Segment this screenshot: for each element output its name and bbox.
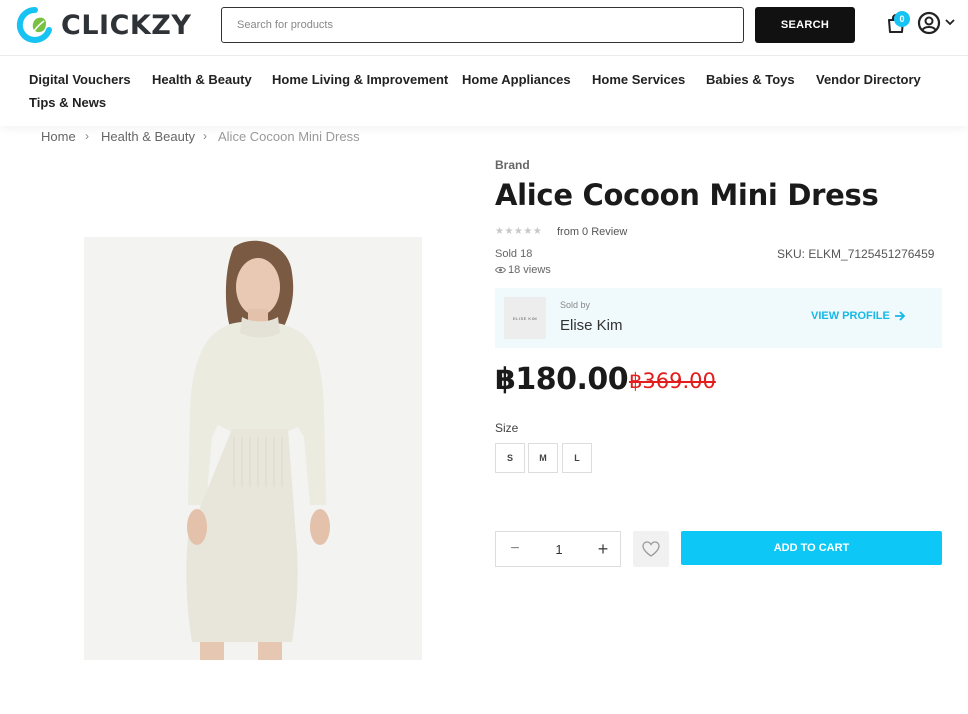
original-price: ฿369.00: [629, 369, 716, 393]
rating-stars-icon: ★★★★★: [495, 226, 543, 237]
chevron-right-icon: ›: [203, 129, 207, 143]
product-title: Alice Cocoon Mini Dress: [495, 178, 879, 212]
review-count[interactable]: from 0 Review: [557, 226, 627, 238]
search-button[interactable]: SEARCH: [755, 7, 855, 43]
nav-item-digital-vouchers[interactable]: Digital Vouchers: [29, 72, 131, 87]
seller-card: ELISE KIM Sold by Elise Kim VIEW PROFILE: [495, 288, 942, 348]
cart-count-badge: 0: [894, 11, 910, 27]
category-nav: Digital Vouchers Health & Beauty Home Li…: [0, 56, 968, 126]
logo-text: CLICKZY: [61, 9, 192, 41]
size-option-l[interactable]: L: [562, 443, 592, 473]
size-option-m[interactable]: M: [528, 443, 558, 473]
quantity-stepper: − 1 +: [495, 531, 621, 567]
seller-name[interactable]: Elise Kim: [560, 317, 623, 334]
increase-quantity-button[interactable]: +: [594, 540, 612, 558]
brand-label[interactable]: Brand: [495, 158, 530, 172]
size-option-s[interactable]: S: [495, 443, 525, 473]
seller-logo-text: ELISE KIM: [512, 316, 538, 321]
chevron-down-icon[interactable]: [944, 16, 956, 28]
nav-item-health-beauty[interactable]: Health & Beauty: [152, 72, 252, 87]
wishlist-button[interactable]: [633, 531, 669, 567]
nav-item-home-appliances[interactable]: Home Appliances: [462, 72, 571, 87]
nav-item-home-living[interactable]: Home Living & Improvement: [272, 72, 448, 87]
add-to-cart-button[interactable]: ADD TO CART: [681, 531, 942, 565]
clickzy-logo[interactable]: CLICKZY: [16, 6, 191, 44]
logo-mark-icon: [16, 6, 52, 43]
view-profile-label: VIEW PROFILE: [811, 310, 890, 322]
nav-item-babies-toys[interactable]: Babies & Toys: [706, 72, 795, 87]
view-profile-link[interactable]: VIEW PROFILE: [811, 310, 906, 322]
search-input[interactable]: [221, 7, 744, 43]
nav-item-tips-news[interactable]: Tips & News: [29, 95, 106, 110]
heart-icon: [642, 541, 660, 557]
sale-price: ฿180.00: [495, 362, 629, 397]
account-icon[interactable]: [917, 11, 941, 35]
view-count-text: 18 views: [508, 264, 551, 276]
breadcrumb-category[interactable]: Health & Beauty: [101, 129, 195, 144]
nav-item-home-services[interactable]: Home Services: [592, 72, 685, 87]
eye-icon: [495, 266, 506, 274]
breadcrumb-home[interactable]: Home: [41, 129, 76, 144]
size-label: Size: [495, 421, 519, 435]
quantity-value[interactable]: 1: [536, 542, 582, 557]
sold-count: Sold 18: [495, 248, 533, 260]
dress-model-illustration: [84, 237, 422, 660]
product-image[interactable]: [84, 237, 422, 660]
seller-logo[interactable]: ELISE KIM: [504, 297, 546, 339]
chevron-right-icon: ›: [85, 129, 89, 143]
site-header: CLICKZY SEARCH 0: [0, 0, 968, 56]
view-count: 18 views: [495, 264, 551, 276]
decrease-quantity-button[interactable]: −: [506, 540, 524, 558]
sku: SKU: ELKM_7125451276459: [777, 247, 935, 261]
breadcrumb-current: Alice Cocoon Mini Dress: [218, 129, 360, 144]
nav-item-vendor-directory[interactable]: Vendor Directory: [816, 72, 921, 87]
sold-by-label: Sold by: [560, 300, 591, 310]
arrow-right-icon: [894, 311, 906, 321]
